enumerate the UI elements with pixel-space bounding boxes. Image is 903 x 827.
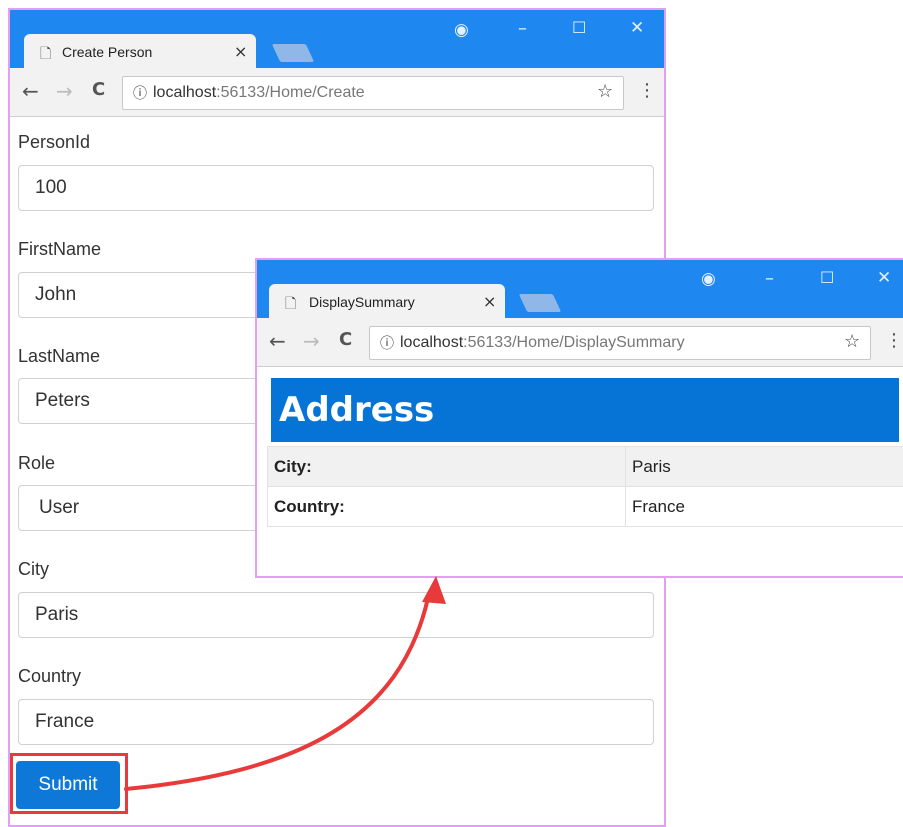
arrowhead-icon bbox=[422, 576, 446, 604]
arrow-curve bbox=[124, 596, 430, 791]
annotation-arrow bbox=[124, 576, 446, 791]
